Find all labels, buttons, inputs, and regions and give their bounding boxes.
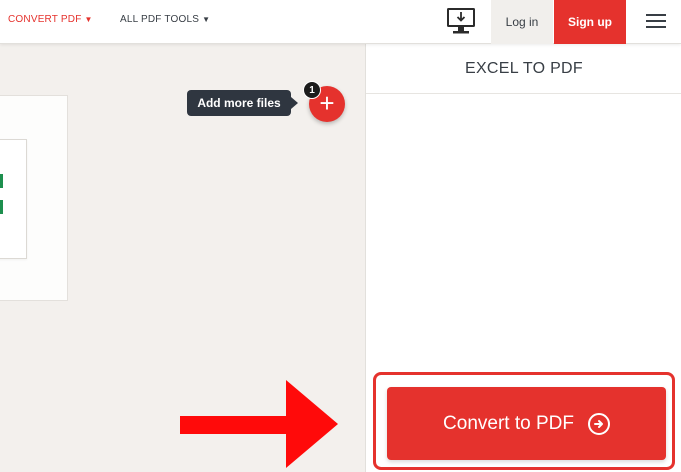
file-thumbnail [0, 139, 27, 259]
all-pdf-tools-menu[interactable]: ALL PDF TOOLS ▼ [120, 14, 210, 25]
excel-cell-mark [0, 200, 3, 214]
arrow-right-circle-icon [587, 412, 610, 435]
panel-title: EXCEL TO PDF [366, 44, 681, 94]
caret-down-icon: ▼ [84, 15, 93, 24]
caret-down-icon: ▼ [202, 15, 211, 24]
excel-cell-mark [0, 174, 3, 188]
signup-button[interactable]: Sign up [554, 0, 626, 44]
red-pointer-arrow-icon [180, 380, 338, 468]
convert-to-pdf-button[interactable]: Convert to PDF [387, 387, 666, 460]
convert-pdf-label: CONVERT PDF [8, 14, 82, 25]
hamburger-menu-icon [640, 14, 672, 28]
all-pdf-tools-label: ALL PDF TOOLS [120, 14, 200, 25]
convert-button-label: Convert to PDF [443, 412, 574, 434]
file-count-badge: 1 [303, 81, 321, 99]
top-navbar: CONVERT PDF ▼ ALL PDF TOOLS ▼ Log in Sign … [0, 0, 681, 44]
add-more-files-tooltip: Add more files [187, 90, 291, 116]
tooltip-arrow [291, 97, 298, 109]
login-button[interactable]: Log in [491, 0, 553, 44]
desktop-app-button[interactable] [444, 6, 478, 36]
convert-pdf-menu[interactable]: CONVERT PDF ▼ [8, 14, 93, 25]
hamburger-menu-button[interactable] [640, 10, 672, 32]
file-card[interactable]: s [0, 95, 68, 301]
desktop-download-icon [447, 8, 475, 34]
